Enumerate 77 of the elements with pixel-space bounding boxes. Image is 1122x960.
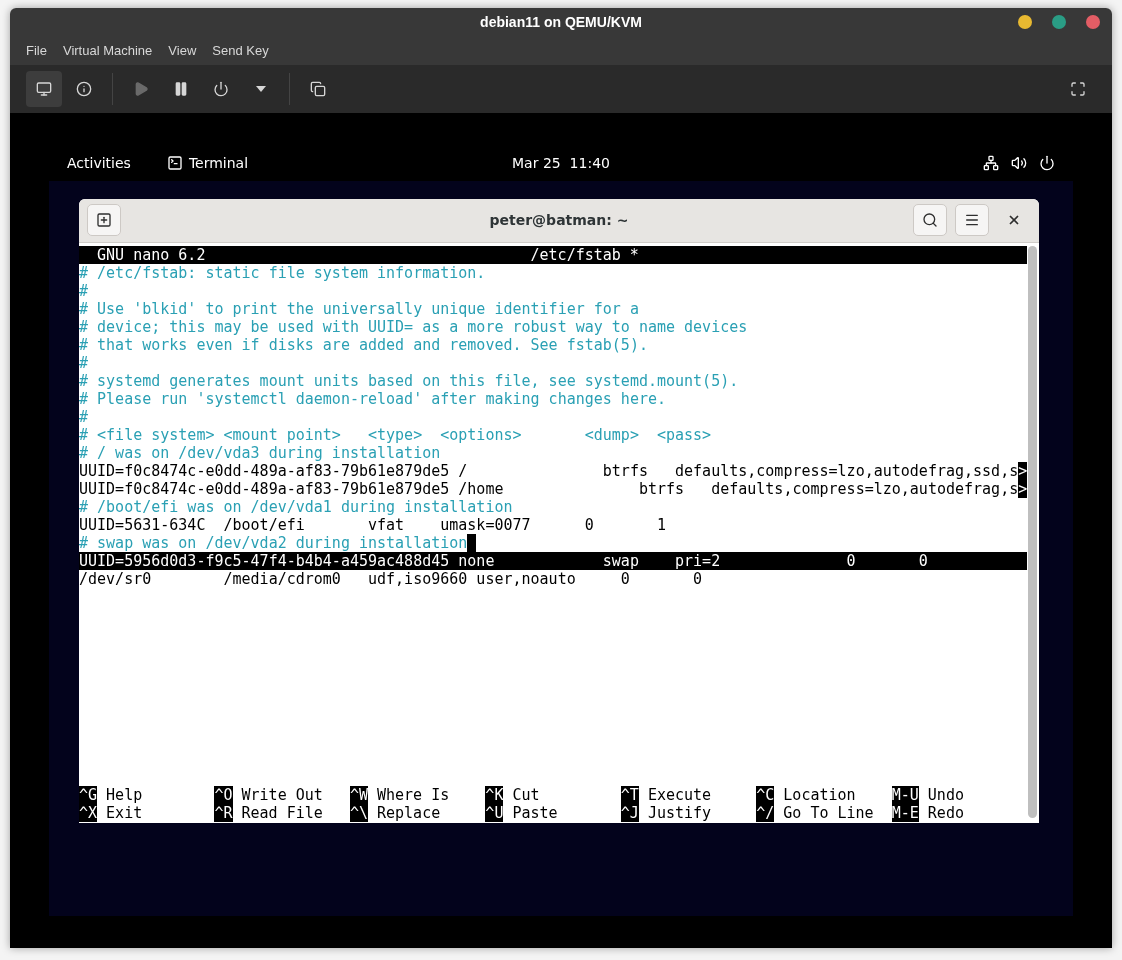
pause-icon	[173, 81, 189, 97]
code-line: #	[79, 281, 89, 300]
shortcut-key: ^G	[79, 785, 98, 804]
code-line: UUID=f0c8474c-e0dd-489a-af83-79b61e879de5 / btrfs defaults,compress=lzo,autodefrag,ssd,s	[79, 461, 1019, 480]
code-line: UUID=5631-634C /boot/efi vfat umask=0077 0 1	[79, 515, 666, 534]
menu-item[interactable]: Send Key	[204, 41, 277, 61]
window-title: debian11 on QEMU/KVM	[480, 13, 642, 32]
power-icon	[213, 81, 229, 97]
shortcut-key: ^W	[349, 785, 368, 804]
code-line: # swap was on /dev/vda2 during installation	[79, 533, 477, 552]
code-line: # /boot/efi was on /dev/vda1 during installation	[79, 497, 513, 516]
search-button[interactable]	[913, 204, 947, 236]
code-line: # <file system> <mount point> <type> <options> <dump> <pass>	[79, 425, 712, 444]
shortcut-label: Replace	[376, 803, 441, 822]
code-line: # Please run 'systemctl daemon-reload' after making changes here.	[79, 389, 666, 408]
caret-icon	[255, 85, 267, 93]
menu-icon	[964, 212, 980, 228]
windows-icon	[310, 81, 326, 97]
overflow-marker: >	[1018, 461, 1028, 480]
shortcut-label: Location	[782, 785, 856, 804]
shortcut-label: Justify	[646, 803, 712, 822]
code-line: # that works even if disks are added and removed. See fstab(5).	[79, 335, 648, 354]
shortcut-label: Read File	[240, 803, 323, 822]
app-menu[interactable]: Terminal	[166, 152, 249, 174]
scrollbar[interactable]	[1028, 245, 1037, 818]
play-icon	[133, 81, 149, 97]
close-icon	[1007, 213, 1021, 227]
shortcut-label: Go To Line	[782, 803, 874, 822]
menu-item[interactable]: View	[160, 41, 205, 61]
clock[interactable]: Mar 25 11:40	[512, 152, 610, 174]
shortcut-label: Paste	[511, 803, 558, 822]
code-line: # device; this may be used with UUID= as a more robust way to name devices	[79, 317, 748, 336]
info-icon	[76, 81, 92, 97]
search-icon	[922, 212, 938, 228]
terminal-title: peter@batman: ~	[489, 210, 629, 230]
code-line: #	[79, 407, 89, 426]
network-icon[interactable]	[983, 155, 999, 171]
toolbar-button[interactable]	[26, 71, 62, 107]
terminal-icon	[166, 155, 183, 171]
code-line: /dev/sr0 /media/cdrom0 udf,iso9660 user,noauto 0 0	[79, 569, 703, 588]
shortcut-key: ^J	[620, 803, 639, 822]
shortcut-key: M-U	[891, 785, 919, 804]
shortcut-label: Undo	[926, 785, 964, 804]
plus-icon	[96, 212, 112, 228]
shortcut-label: Write Out	[240, 785, 323, 804]
shortcut-label: Redo	[926, 803, 964, 822]
power-icon[interactable]	[1039, 155, 1055, 171]
shortcut-key: ^T	[620, 785, 639, 804]
file-name: /etc/fstab *	[530, 245, 639, 264]
code-line: # systemd generates mount units based on this file, see systemd.mount(5).	[79, 371, 739, 390]
shortcut-label: Exit	[105, 803, 143, 822]
window-control-button[interactable]	[1052, 15, 1066, 29]
shortcut-label: Cut	[511, 785, 540, 804]
menu-item[interactable]: File	[18, 41, 55, 61]
activities-button[interactable]: Activities	[67, 152, 131, 174]
shortcut-key: ^C	[756, 785, 775, 804]
new-tab-button[interactable]	[87, 204, 121, 236]
window-control-button[interactable]	[1086, 15, 1100, 29]
code-line: UUID=f0c8474c-e0dd-489a-af83-79b61e879de5 /home btrfs defaults,compress=lzo,autodefrag,s	[79, 479, 1019, 498]
code-line: # Use 'blkid' to print the universally unique identifier for a	[79, 299, 639, 318]
overflow-marker: >	[1018, 479, 1028, 498]
fullscreen-icon	[1070, 81, 1086, 97]
shortcut-key: ^O	[214, 785, 233, 804]
shortcut-label: Execute	[646, 785, 712, 804]
shortcut-label: Help	[105, 785, 143, 804]
menu-item[interactable]: Virtual Machine	[54, 41, 161, 61]
code-line: # / was on /dev/vda3 during installation	[79, 443, 441, 462]
window-control-button[interactable]	[1018, 15, 1032, 29]
volume-icon[interactable]	[1011, 155, 1027, 171]
code-line: #	[79, 353, 89, 372]
monitor-icon	[36, 81, 52, 97]
menu-button[interactable]	[955, 204, 989, 236]
shortcut-key: ^K	[485, 785, 504, 804]
shortcut-key: ^\	[349, 803, 368, 822]
editor-version: GNU nano 6.2	[96, 245, 207, 264]
code-line: # /etc/fstab: static file system information.	[79, 263, 486, 282]
shortcut-label: Where Is	[376, 785, 450, 804]
